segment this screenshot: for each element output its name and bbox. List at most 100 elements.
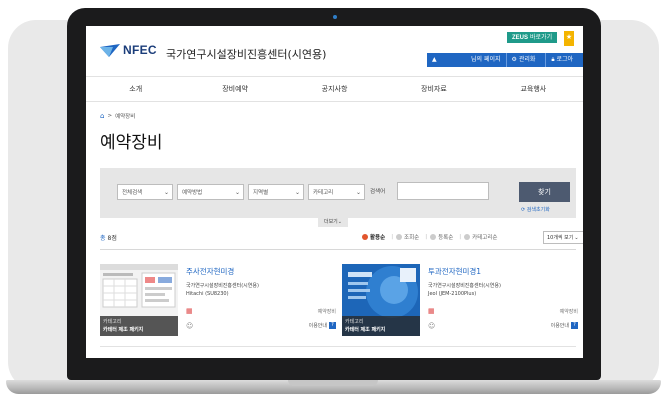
calendar-icon: ▦ — [186, 307, 193, 315]
sort-option-views[interactable]: 조회순 — [396, 233, 419, 241]
logout-label: 로그아웃 — [551, 56, 574, 77]
my-page-label: 님의 페이지 — [471, 56, 501, 63]
sort-views-label: 조회순 — [404, 235, 420, 241]
user-icon: ▲ — [432, 56, 437, 63]
reservation-status: 예약장비 — [559, 309, 578, 315]
nav-item-reservation[interactable]: 장비예약 — [185, 77, 284, 101]
sort-options: 활용순 | 조회순 | 등록순 | 카테고리순 — [362, 233, 500, 241]
region-select[interactable]: 지역별 ⌄ — [248, 184, 304, 200]
result-divider — [100, 249, 576, 250]
equipment-card[interactable]: 카테고리 카테터 제조 패키지 투과전자현미경1 국가연구시설장비진흥센터(시연… — [342, 264, 580, 336]
equipment-info: 주사전자현미경 국가연구시설장비진흥센터(시연용) Hitachi (SU823… — [186, 264, 336, 336]
logo-swoosh-icon — [100, 43, 120, 57]
chevron-down-icon: ⌄ — [163, 189, 169, 196]
radio-icon — [430, 234, 437, 240]
sort-option-usage[interactable]: 활용순 — [362, 233, 385, 241]
chevron-down-icon: ⌄ — [337, 219, 342, 225]
search-reset-label: 검색초기화 — [526, 207, 550, 213]
search-reset-link[interactable]: ⟳ 검색초기화 — [521, 206, 550, 213]
sort-category-label: 카테고리순 — [472, 235, 498, 241]
gear-icon: ⚙ — [511, 56, 517, 63]
usage-guide-link[interactable]: 이용안내? — [309, 322, 336, 329]
laptop-notch — [288, 380, 378, 386]
equipment-model: Hitachi (SU8230) — [186, 291, 229, 297]
zeus-shortcut-button[interactable]: ZEUS 바로가기 — [507, 32, 558, 43]
chevron-down-icon: ⌄ — [294, 189, 300, 196]
sort-registered-label: 등록순 — [438, 235, 454, 241]
total-count: 8점 — [107, 235, 117, 242]
logout-button[interactable]: 🔒︎ 로그아웃 — [545, 53, 583, 77]
zeus-brand: ZEUS — [512, 35, 529, 41]
result-toolbar: 총 8점 활용순 | 조회순 | 등록순 | 카테고리순 10개씩 보기⌄ — [100, 231, 583, 245]
reservation-method-value: 예약방법 — [182, 190, 203, 196]
chevron-down-icon: ⌄ — [355, 189, 361, 196]
sort-divider: | — [459, 234, 462, 240]
usage-guide-link[interactable]: 이용안내? — [551, 322, 578, 329]
per-page-value: 10개씩 보기 — [547, 235, 574, 241]
find-button[interactable]: 찾기 — [519, 182, 570, 202]
sort-divider: | — [391, 234, 394, 240]
equipment-name[interactable]: 투과전자현미경1 — [428, 266, 481, 277]
equipment-card[interactable]: 카테고리 카테터 제조 패키지 주사전자현미경 국가연구시설장비진흥센터(시연용… — [100, 264, 338, 336]
category-overlay: 카테고리 카테터 제조 패키지 — [342, 316, 420, 336]
category-overlay-label: 카테고리 — [345, 319, 364, 325]
usage-guide-label: 이용안내 — [308, 323, 327, 329]
category-overlay-label: 카테고리 — [103, 319, 122, 325]
equipment-thumbnail[interactable]: 카테고리 카테터 제조 패키지 — [100, 264, 178, 336]
equipment-institution: 국가연구시설장비진흥센터(시연용) — [186, 283, 259, 289]
category-value: 카테고리 — [313, 190, 334, 196]
equipment-institution: 국가연구시설장비진흥센터(시연용) — [428, 283, 501, 289]
nav-item-resources[interactable]: 장비자료 — [384, 77, 483, 101]
admin-button[interactable]: ⚙ 관리화면 — [505, 53, 546, 77]
result-count: 총 8점 — [100, 233, 117, 242]
main-nav: 소개 장비예약 공지사항 장비자료 교육행사 — [86, 76, 583, 102]
users-icon: ☺ — [186, 322, 194, 330]
sort-divider: | — [425, 234, 428, 240]
per-page-select[interactable]: 10개씩 보기⌄ — [543, 231, 583, 244]
breadcrumb-current: 예약장비 — [115, 114, 136, 120]
site-title: 국가연구시설장비진흥센터(시연용) — [166, 48, 327, 61]
nav-item-intro[interactable]: 소개 — [86, 77, 185, 101]
question-icon: ? — [329, 322, 336, 329]
page-title: 예약장비 — [100, 133, 163, 153]
site-header: NFEC 국가연구시설장비진흥센터(시연용) ZEUS 바로가기 ★ ▲ 님의 페… — [86, 26, 583, 77]
usage-guide-label: 이용안내 — [550, 323, 569, 329]
browser-screen: NFEC 국가연구시설장비진흥센터(시연용) ZEUS 바로가기 ★ ▲ 님의 페… — [86, 26, 583, 358]
users-icon: ☺ — [428, 322, 436, 330]
nav-item-education[interactable]: 교육행사 — [484, 77, 583, 101]
chevron-down-icon: ⌄ — [234, 189, 240, 196]
more-filters-label: 더보기 — [323, 219, 338, 225]
equipment-model: Jeol (JEM-2100Plus) — [428, 291, 477, 297]
calendar-icon: ▦ — [428, 307, 435, 315]
radio-icon — [464, 234, 471, 240]
equipment-thumbnail[interactable]: 카테고리 카테터 제조 패키지 — [342, 264, 420, 336]
sort-option-category[interactable]: 카테고리순 — [464, 233, 497, 241]
question-icon: ? — [571, 322, 578, 329]
my-page-button[interactable]: ▲ 님의 페이지 — [427, 53, 506, 67]
lock-icon: 🔒︎ — [551, 56, 555, 63]
radio-icon — [396, 234, 403, 240]
user-menu-bar: ▲ 님의 페이지 ⚙ 관리화면 🔒︎ 로그아웃 — [427, 53, 583, 77]
category-overlay-value: 카테터 제조 패키지 — [103, 327, 144, 333]
list-bottom-divider — [100, 346, 576, 347]
breadcrumb-separator: > — [107, 113, 113, 119]
more-filters-toggle[interactable]: 더보기⌄ — [318, 218, 348, 227]
webcam-dot — [333, 15, 337, 19]
zeus-shortcut-label: 바로가기 — [530, 34, 553, 41]
reservation-method-select[interactable]: 예약방법 ⌄ — [177, 184, 244, 200]
keyword-input[interactable] — [397, 182, 489, 200]
logo-text: NFEC — [123, 43, 157, 57]
favorite-star-icon[interactable]: ★ — [564, 31, 574, 46]
equipment-name[interactable]: 주사전자현미경 — [186, 266, 234, 277]
breadcrumb: ⌂ > 예약장비 — [100, 112, 135, 120]
sort-option-registered[interactable]: 등록순 — [430, 233, 453, 241]
search-scope-value: 전체검색 — [122, 190, 143, 196]
site-logo[interactable]: NFEC — [100, 43, 157, 57]
total-label: 총 — [100, 235, 106, 242]
category-select[interactable]: 카테고리 ⌄ — [308, 184, 365, 200]
search-scope-select[interactable]: 전체검색 ⌄ — [117, 184, 173, 200]
home-icon[interactable]: ⌂ — [100, 112, 104, 120]
reservation-status: 예약장비 — [317, 309, 336, 315]
nav-item-notice[interactable]: 공지사항 — [285, 77, 384, 101]
search-panel: 전체검색 ⌄ 예약방법 ⌄ 지역별 ⌄ 카테고리 ⌄ 검색어 찾기 ⟳ 검색초기화 — [100, 168, 576, 218]
